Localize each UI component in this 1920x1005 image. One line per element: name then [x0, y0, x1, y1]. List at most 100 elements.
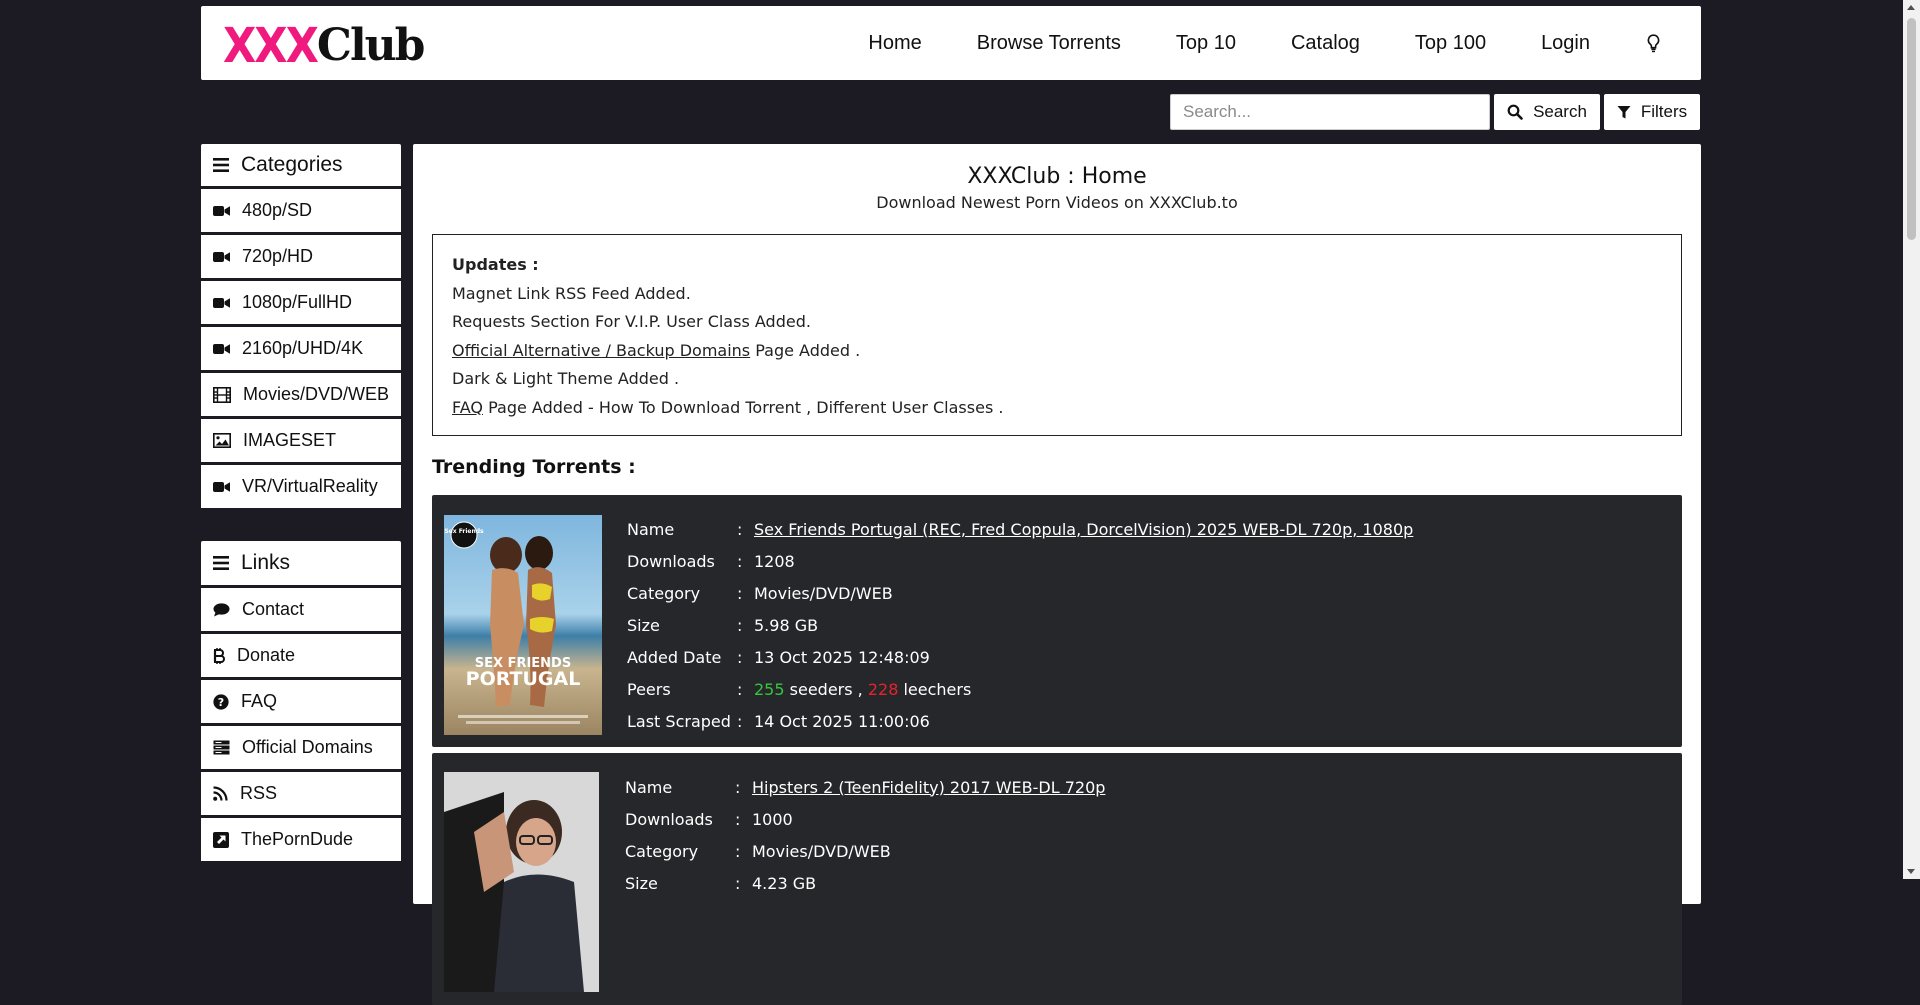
link-label: ThePornDude — [241, 829, 354, 849]
nav-login[interactable]: Login — [1541, 32, 1590, 55]
official-domains-link[interactable]: Official Alternative / Backup Domains — [452, 341, 750, 360]
image-icon — [213, 433, 231, 448]
torrent-details: Name : Sex Friends Portugal (REC, Fred C… — [627, 513, 1413, 737]
detail-value: 1000 — [752, 809, 793, 829]
link-contact[interactable]: Contact — [201, 588, 401, 631]
detail-separator: : — [735, 809, 741, 829]
link-official-domains[interactable]: Official Domains — [201, 726, 401, 769]
update-line: Official Alternative / Backup Domains Pa… — [452, 341, 1662, 370]
link-donate[interactable]: Donate — [201, 634, 401, 677]
category-movies[interactable]: Movies/DVD/WEB — [201, 373, 401, 416]
category-label: Movies/DVD/WEB — [243, 384, 390, 404]
detail-separator: : — [735, 873, 741, 893]
filter-icon — [1617, 105, 1631, 118]
category-label: IMAGESET — [243, 430, 337, 450]
detail-separator: : — [737, 647, 743, 667]
detail-row-name: Name : Hipsters 2 (TeenFidelity) 2017 WE… — [625, 771, 1105, 803]
categories-header: Categories — [201, 144, 401, 186]
categories-title: Categories — [241, 153, 343, 176]
site-logo[interactable]: XXX Club — [223, 18, 425, 71]
category-label: 1080p/FullHD — [242, 292, 353, 312]
rss-icon — [213, 786, 228, 801]
detail-separator: : — [737, 679, 743, 699]
page-scrollbar[interactable] — [1903, 0, 1920, 879]
detail-row-peers: Peers : 255 seeders , 228 leechers — [627, 673, 1413, 705]
detail-row-added: Added Date : 13 Oct 2025 12:48:09 — [627, 641, 1413, 673]
bars-icon — [213, 158, 229, 172]
scrollbar-thumb[interactable] — [1907, 18, 1916, 240]
torrent-cover-image[interactable]: Sex Friends SEX FRIENDS PORTUGAL — [444, 515, 602, 735]
detail-row-category: Category : Movies/DVD/WEB — [627, 577, 1413, 609]
torrent-title-link[interactable]: Sex Friends Portugal (REC, Fred Coppula,… — [754, 520, 1413, 539]
leechers-count: 228 — [867, 679, 899, 699]
video-camera-icon — [213, 251, 230, 262]
category-label: VR/VirtualReality — [242, 476, 378, 496]
torrent-details: Name : Hipsters 2 (TeenFidelity) 2017 WE… — [625, 771, 1105, 899]
faq-link[interactable]: FAQ — [452, 398, 483, 417]
page-title: XXXClub : Home — [967, 164, 1147, 189]
lightbulb-icon[interactable] — [1645, 32, 1661, 54]
logo-club: Club — [316, 20, 425, 71]
link-theporndude[interactable]: ThePornDude — [201, 818, 401, 861]
detail-label: Last Scraped — [627, 711, 731, 731]
detail-value: 13 Oct 2025 12:48:09 — [754, 647, 930, 667]
link-rss[interactable]: RSS — [201, 772, 401, 815]
server-icon — [213, 740, 230, 755]
category-720p[interactable]: 720p/HD — [201, 235, 401, 278]
links-panel: Links Contact Donate ? FAQ Official Doma… — [201, 541, 401, 861]
nav-home[interactable]: Home — [868, 32, 921, 55]
category-480p[interactable]: 480p/SD — [201, 189, 401, 232]
search-button[interactable]: Search — [1494, 94, 1600, 130]
update-line: FAQ Page Added - How To Download Torrent… — [452, 398, 1662, 427]
nav-top-10[interactable]: Top 10 — [1176, 32, 1236, 55]
detail-label: Category — [627, 583, 701, 603]
torrent-cover-image[interactable] — [444, 772, 599, 992]
external-link-square-icon — [213, 831, 229, 848]
detail-label: Category — [625, 841, 699, 861]
nav-browse-torrents[interactable]: Browse Torrents — [977, 32, 1121, 55]
link-label: RSS — [240, 783, 278, 803]
detail-separator: : — [735, 777, 741, 797]
update-line: Magnet Link RSS Feed Added. — [452, 283, 691, 303]
link-label: Contact — [242, 599, 305, 619]
links-header: Links — [201, 541, 401, 585]
detail-row-size: Size : 4.23 GB — [625, 867, 1105, 899]
detail-value: 14 Oct 2025 11:00:06 — [754, 711, 930, 731]
top-navbar: XXX Club Home Browse Torrents Top 10 Cata… — [201, 6, 1701, 80]
filters-button-label: Filters — [1640, 102, 1688, 121]
main-content: XXXClub : Home Download Newest Porn Vide… — [413, 144, 1701, 1005]
update-line: Requests Section For V.I.P. User Class A… — [452, 312, 811, 331]
nav-top-100[interactable]: Top 100 — [1415, 32, 1486, 55]
svg-text:?: ? — [218, 696, 224, 709]
torrent-title-link[interactable]: Hipsters 2 (TeenFidelity) 2017 WEB-DL 72… — [752, 778, 1105, 797]
category-2160p[interactable]: 2160p/UHD/4K — [201, 327, 401, 370]
comment-icon — [213, 602, 230, 616]
links-title: Links — [241, 551, 291, 574]
update-line-text: Page Added - How To Download Torrent , D… — [483, 397, 1004, 417]
link-label: Official Domains — [242, 737, 373, 757]
detail-label: Size — [627, 615, 660, 635]
detail-row-size: Size : 5.98 GB — [627, 609, 1413, 641]
detail-separator: : — [735, 841, 741, 861]
category-vr[interactable]: VR/VirtualReality — [201, 465, 401, 508]
scroll-up-arrow-icon[interactable] — [1907, 5, 1915, 10]
peers-value: 255 seeders , 228 leechers — [754, 680, 971, 699]
search-icon — [1507, 104, 1523, 120]
category-1080p[interactable]: 1080p/FullHD — [201, 281, 401, 324]
detail-value: Movies/DVD/WEB — [752, 841, 891, 861]
bars-icon — [213, 556, 229, 570]
link-faq[interactable]: ? FAQ — [201, 680, 401, 723]
detail-separator: : — [737, 615, 743, 635]
nav-catalog[interactable]: Catalog — [1291, 32, 1360, 55]
detail-row-scraped: Last Scraped : 14 Oct 2025 11:00:06 — [627, 705, 1413, 737]
search-input[interactable] — [1170, 94, 1490, 130]
link-label: Donate — [237, 645, 296, 665]
scroll-down-arrow-icon[interactable] — [1907, 869, 1915, 874]
search-button-label: Search — [1533, 102, 1587, 121]
seeders-count: 255 — [754, 679, 785, 699]
detail-row-downloads: Downloads : 1000 — [625, 803, 1105, 835]
category-imageset[interactable]: IMAGESET — [201, 419, 401, 462]
filters-button[interactable]: Filters — [1604, 94, 1700, 130]
video-camera-icon — [213, 205, 230, 216]
film-icon — [213, 386, 231, 403]
